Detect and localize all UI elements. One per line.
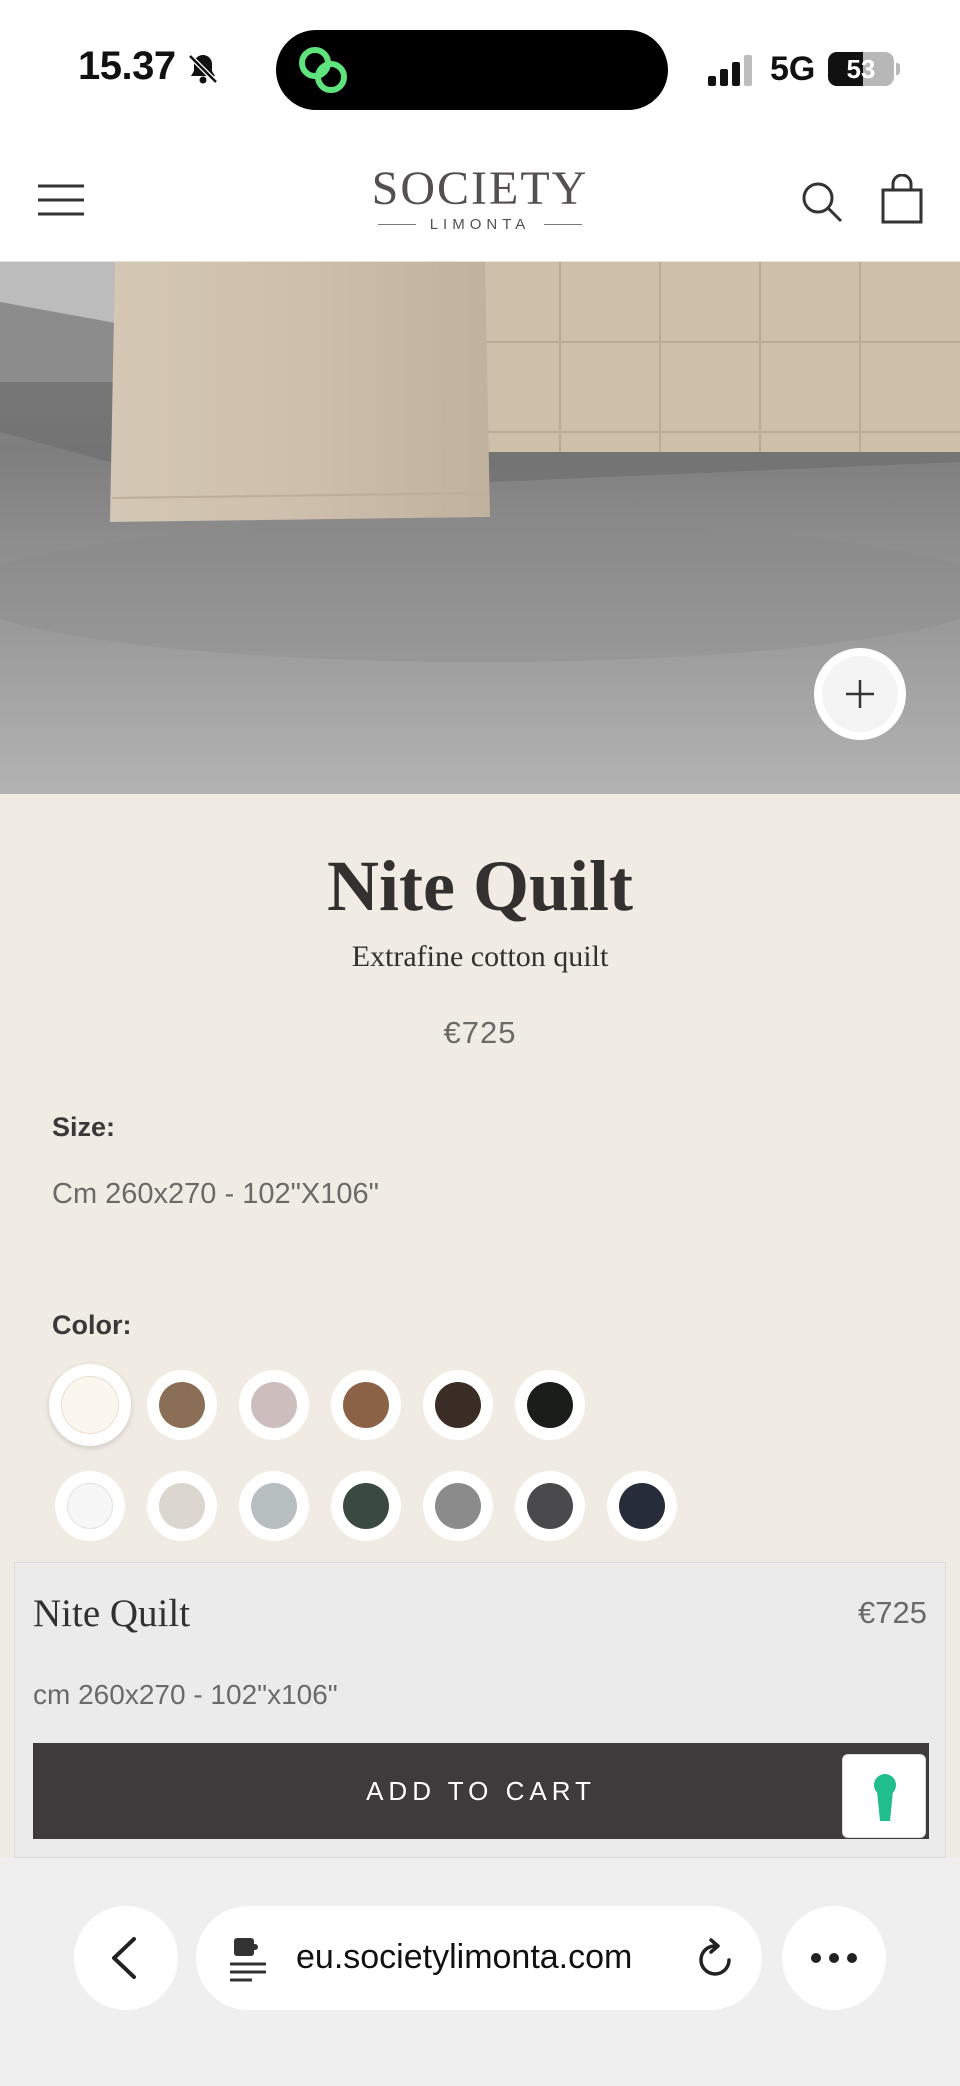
color-swatch[interactable] [423,1370,493,1440]
bell-slash-icon [188,54,218,84]
sticky-cart-bar: Nite Quilt €725 cm 260x270 - 102"x106" A… [14,1562,946,1858]
color-swatch[interactable] [147,1471,217,1541]
plus-icon [846,680,874,708]
color-swatch-dot [435,1483,481,1529]
color-swatch-dot [251,1382,297,1428]
url-text: eu.societylimonta.com [296,1938,633,1976]
product-title: Nite Quilt [327,846,633,926]
link-app-icon [299,47,347,93]
color-swatch[interactable] [515,1471,585,1541]
size-selector[interactable]: Cm 260x270 - 102"X106" [52,1178,379,1211]
color-swatch-dot [619,1483,665,1529]
page-settings-icon[interactable] [228,1936,268,1982]
color-swatch[interactable] [607,1471,677,1541]
status-bar: 15.37 5G 53 [0,0,960,140]
color-swatch[interactable] [147,1370,217,1440]
battery-percent: 53 [846,54,876,84]
more-button[interactable] [782,1906,886,2010]
battery-cap [896,63,900,75]
more-dots-icon [811,1953,857,1963]
logo-line-left [377,223,416,226]
sticky-product-size: cm 260x270 - 102"x106" [33,1679,338,1710]
size-label: Size: [52,1112,116,1142]
site-logo[interactable]: SOCIETY LIMONTA [330,162,630,242]
color-swatch-dot [343,1483,389,1529]
color-swatch[interactable] [239,1471,309,1541]
cellular-signal-icon [708,55,752,86]
dynamic-island[interactable] [276,30,668,110]
color-swatch-dot [343,1382,389,1428]
color-swatch-dot [61,1376,119,1434]
color-swatch-dot [435,1382,481,1428]
color-swatch[interactable] [239,1370,309,1440]
cart-icon[interactable] [880,174,924,224]
reload-icon[interactable] [696,1938,736,1980]
chevron-left-icon [112,1937,136,1979]
color-swatch-dot [251,1483,297,1529]
color-swatch-dot [159,1483,205,1529]
color-swatch[interactable] [423,1471,493,1541]
product-price: €725 [443,1015,517,1050]
network-label: 5G [770,50,816,88]
color-swatch-dot [527,1382,573,1428]
menu-icon[interactable] [38,180,84,220]
color-swatch[interactable] [331,1370,401,1440]
keyhole-icon [874,1774,896,1821]
color-swatch[interactable] [55,1471,125,1541]
logo-line-right [544,223,583,226]
color-swatch[interactable] [49,1364,131,1446]
zoom-button-inner [822,656,898,732]
search-icon[interactable] [800,180,844,224]
zoom-button[interactable] [814,648,906,740]
add-to-cart-button[interactable]: ADD TO CART [33,1743,929,1839]
color-swatch[interactable] [515,1370,585,1440]
address-bar[interactable]: eu.societylimonta.com [196,1906,762,2010]
color-swatch-dot [67,1483,113,1529]
site-header: SOCIETY LIMONTA [0,140,960,262]
back-button[interactable] [74,1906,178,2010]
status-time: 15.37 [78,44,176,88]
sticky-product-name: Nite Quilt [33,1592,191,1635]
logo-sub-row: LIMONTA [330,216,630,233]
color-swatch-dot [159,1382,205,1428]
color-swatch[interactable] [331,1471,401,1541]
sticky-product-price: €725 [858,1595,927,1630]
logo-sub-text: LIMONTA [429,216,531,233]
color-label: Color: [52,1310,132,1340]
battery-icon: 53 [828,52,894,86]
color-swatch-dot [527,1483,573,1529]
browser-toolbar: eu.societylimonta.com [0,1858,960,2086]
product-subtitle: Extrafine cotton quilt [351,940,609,973]
product-photo [0,262,960,794]
chat-widget-button[interactable] [842,1754,926,1838]
product-image[interactable] [0,262,960,794]
logo-main-text: SOCIETY [371,162,589,215]
